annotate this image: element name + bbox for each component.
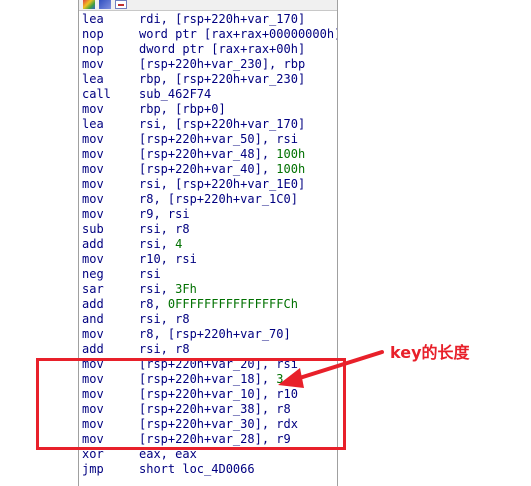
annotation-arrow	[278, 350, 384, 388]
annotation-label: key的长度	[390, 343, 470, 362]
